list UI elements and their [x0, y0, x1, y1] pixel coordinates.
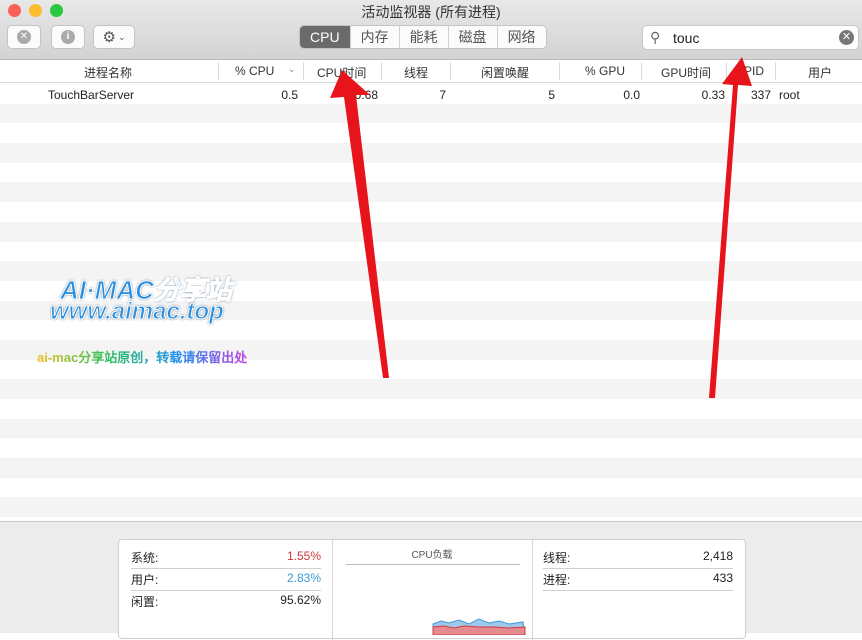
threads-value: 2,418 — [702, 549, 733, 563]
processes-value: 433 — [712, 571, 733, 585]
cpu-load-title: CPU负载 — [411, 550, 453, 561]
system-label: 系统: — [131, 551, 159, 565]
idle-value: 95.62% — [280, 593, 321, 607]
red-arrow-icon — [330, 70, 389, 378]
summary-panel: 系统: 1.55% 用户: 2.83% 闲置: 95.62% CPU负载 线程:… — [0, 521, 862, 640]
idle-label: 闲置: — [131, 595, 159, 609]
processes-label: 进程: — [543, 573, 571, 587]
user-label: 用户: — [131, 573, 159, 587]
red-arrow-icon — [709, 57, 752, 398]
threads-label: 线程: — [543, 551, 571, 565]
user-value: 2.83% — [286, 571, 321, 585]
cpu-load-graph — [432, 618, 526, 635]
summary-box: 系统: 1.55% 用户: 2.83% 闲置: 95.62% CPU负载 线程:… — [118, 539, 746, 640]
system-value: 1.55% — [286, 549, 321, 563]
